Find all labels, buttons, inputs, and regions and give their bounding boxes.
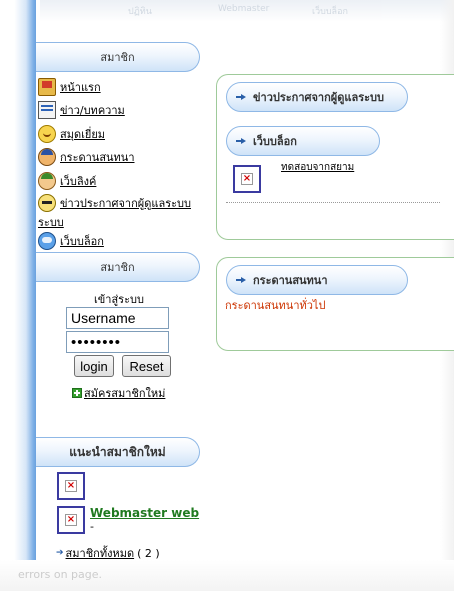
sidebar-item-blog[interactable]: เว็บบล็อก — [38, 232, 104, 250]
broken-image-icon: × — [65, 514, 77, 526]
broken-image-icon: × — [241, 173, 253, 185]
login-title: เข้าสู่ระบบ — [94, 293, 144, 306]
webboard-header-label: กระดานสนทนา — [253, 274, 328, 287]
sidebar-item-blog-label[interactable]: เว็บบล็อก — [60, 232, 104, 250]
sidebar-item-news[interactable]: ข่าว/บทความ — [38, 101, 125, 119]
login-button[interactable]: login — [74, 355, 114, 377]
member-menu-header-label: สมาชิก — [100, 51, 135, 64]
admin-news-header-label: ข่าวประกาศจากผู้ดูแลระบบ — [253, 91, 384, 104]
sidebar-item-guestbook[interactable]: สมุดเยี่ยม — [38, 125, 105, 143]
arrow-right-icon — [235, 135, 247, 147]
weblink-icon — [38, 172, 56, 190]
sidebar-item-home-label[interactable]: หน้าแรก — [60, 78, 101, 96]
sidebar-item-weblink-label[interactable]: เว็บลิงค์ — [60, 172, 96, 190]
broken-image-icon: × — [65, 480, 77, 492]
new-members-header-label: แนะนำสมาชิกใหม่ — [69, 444, 166, 459]
top-navigation-strip: ปฏิทิน Webmaster เว็บบล็อก — [40, 0, 454, 22]
ghost-tab-1: ปฏิทิน — [128, 7, 152, 17]
reset-button[interactable]: Reset — [122, 355, 171, 377]
window-shadow-left — [0, 0, 36, 591]
all-members-link[interactable]: ➔ สมาชิกทั้งหมด ( 2 ) — [56, 544, 160, 562]
ghost-tab-3: เว็บบล็อก — [312, 7, 348, 17]
member-menu-header: สมาชิก — [36, 42, 200, 72]
all-members-count: ( 2 ) — [137, 546, 160, 560]
blog-icon — [38, 232, 56, 250]
add-icon — [72, 388, 82, 398]
news-icon — [38, 101, 56, 119]
member-subtext: - — [90, 520, 94, 533]
sidebar-item-webboard-label[interactable]: กระดานสนทนา — [60, 148, 135, 166]
register-link-label[interactable]: สมัครสมาชิกใหม่ — [84, 384, 165, 402]
new-members-header: แนะนำสมาชิกใหม่ — [36, 437, 200, 467]
webboard-icon — [38, 148, 56, 166]
blog-header-label: เว็บบล็อก — [253, 135, 297, 148]
webboard-header: กระดานสนทนา — [226, 265, 408, 295]
arrow-right-icon — [235, 91, 247, 103]
ghost-tab-2: Webmaster — [218, 4, 270, 14]
home-icon — [38, 78, 56, 96]
blog-entry-link[interactable]: ทดสอบจากสยาม — [281, 160, 354, 175]
sidebar-item-guestbook-label[interactable]: สมุดเยี่ยม — [60, 125, 105, 143]
sidebar-item-admin-news-label-cont[interactable]: ระบบ — [38, 213, 64, 231]
member-name-webmaster[interactable]: Webmaster web — [90, 506, 199, 520]
sidebar-item-admin-news[interactable]: ข่าวประกาศจากผู้ดูแลระบบ — [38, 194, 191, 212]
arrow-right-icon — [235, 274, 247, 286]
member-avatar-webmaster: × — [57, 506, 85, 534]
blog-thumbnail: × — [233, 165, 261, 193]
divider — [226, 202, 440, 203]
sidebar-item-webboard[interactable]: กระดานสนทนา — [38, 148, 135, 166]
blog-header: เว็บบล็อก — [226, 126, 380, 156]
sidebar-item-news-label[interactable]: ข่าว/บทความ — [60, 101, 125, 119]
sidebar-item-weblink[interactable]: เว็บลิงค์ — [38, 172, 96, 190]
member-avatar-1: × — [57, 472, 85, 500]
register-link[interactable]: สมัครสมาชิกใหม่ — [72, 384, 165, 402]
sidebar-item-home[interactable]: หน้าแรก — [38, 78, 101, 96]
status-bar-text: errors on page. — [18, 568, 103, 581]
login-header-label: สมาชิก — [100, 261, 135, 274]
username-input[interactable] — [66, 307, 169, 329]
admin-news-icon — [38, 194, 56, 212]
admin-news-header: ข่าวประกาศจากผู้ดูแลระบบ — [226, 82, 408, 112]
sidebar-item-admin-news-label[interactable]: ข่าวประกาศจากผู้ดูแลระบบ — [60, 194, 191, 212]
all-members-label[interactable]: สมาชิกทั้งหมด — [66, 544, 135, 562]
login-header: สมาชิก — [36, 252, 200, 282]
arrow-right-icon: ➔ — [56, 548, 64, 558]
guestbook-icon — [38, 125, 56, 143]
webboard-general-link[interactable]: กระดานสนทนาทั่วไป — [225, 296, 325, 314]
password-input[interactable] — [66, 331, 169, 353]
